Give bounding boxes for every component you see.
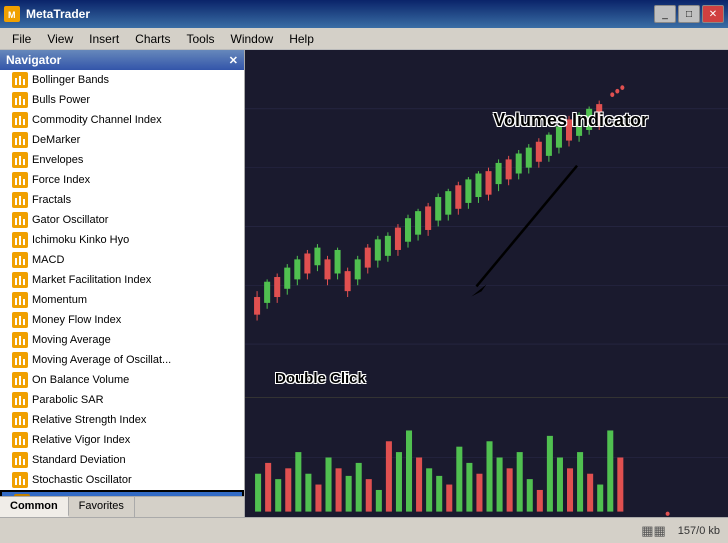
nav-item-icon <box>12 192 28 208</box>
nav-item-label: DeMarker <box>32 134 80 146</box>
menu-help[interactable]: Help <box>281 30 322 48</box>
window-title: MetaTrader <box>26 7 90 21</box>
nav-item-icon <box>12 372 28 388</box>
nav-item-icon <box>12 132 28 148</box>
chart-main: Volumes Indicator Double Click <box>245 50 728 397</box>
title-bar: M MetaTrader _ □ ✕ <box>0 0 728 28</box>
navigator-header: Navigator ✕ <box>0 50 244 70</box>
app-icon: M <box>4 6 20 22</box>
volume-bars-svg <box>245 398 728 517</box>
nav-item[interactable]: Momentum <box>0 290 244 310</box>
nav-item-icon <box>12 392 28 408</box>
status-bar: ▦▦ 157/0 kb <box>0 517 728 543</box>
nav-item-icon <box>12 172 28 188</box>
nav-item[interactable]: Fractals <box>0 190 244 210</box>
menu-bar: File View Insert Charts Tools Window Hel… <box>0 28 728 50</box>
nav-item[interactable]: Money Flow Index <box>0 310 244 330</box>
nav-item-icon <box>12 232 28 248</box>
navigator-close-button[interactable]: ✕ <box>229 54 238 67</box>
nav-item[interactable]: Market Facilitation Index <box>0 270 244 290</box>
nav-item[interactable]: Relative Strength Index <box>0 410 244 430</box>
nav-item-label: Relative Strength Index <box>32 414 146 426</box>
nav-item-icon <box>12 252 28 268</box>
nav-item[interactable]: Commodity Channel Index <box>0 110 244 130</box>
menu-window[interactable]: Window <box>223 30 282 48</box>
nav-item[interactable]: Standard Deviation <box>0 450 244 470</box>
close-button[interactable]: ✕ <box>702 5 724 23</box>
nav-item[interactable]: Envelopes <box>0 150 244 170</box>
nav-item-label: On Balance Volume <box>32 374 129 386</box>
menu-charts[interactable]: Charts <box>127 30 178 48</box>
nav-item[interactable]: Bollinger Bands <box>0 70 244 90</box>
volumes-indicator-label: Volumes Indicator <box>493 110 648 131</box>
nav-item-label: Fractals <box>32 194 71 206</box>
nav-item[interactable]: Bulls Power <box>0 90 244 110</box>
nav-item-label: Commodity Channel Index <box>32 114 162 126</box>
navigator-list[interactable]: Bollinger Bands Bulls Power Commodity Chan… <box>0 70 244 496</box>
nav-item-label: Relative Vigor Index <box>32 434 130 446</box>
nav-item-label: Bulls Power <box>32 94 90 106</box>
nav-item-label: Gator Oscillator <box>32 214 108 226</box>
double-click-label: Double Click <box>275 370 366 387</box>
nav-item-label: Ichimoku Kinko Hyo <box>32 234 129 246</box>
nav-item-label: Moving Average of Oscillat... <box>32 354 171 366</box>
chart-area: Volumes Indicator Double Click <box>245 50 728 517</box>
nav-item-icon <box>12 72 28 88</box>
menu-view[interactable]: View <box>39 30 81 48</box>
volume-chart <box>245 397 728 517</box>
nav-item-label: Momentum <box>32 294 87 306</box>
navigator-title: Navigator <box>6 53 61 67</box>
menu-insert[interactable]: Insert <box>81 30 127 48</box>
nav-item-label: Market Facilitation Index <box>32 274 151 286</box>
nav-item-label: Moving Average <box>32 334 111 346</box>
nav-item[interactable]: Force Index <box>0 170 244 190</box>
menu-tools[interactable]: Tools <box>179 30 223 48</box>
nav-item-label: MACD <box>32 254 64 266</box>
nav-item[interactable]: Moving Average <box>0 330 244 350</box>
nav-item-label: Parabolic SAR <box>32 394 104 406</box>
nav-item[interactable]: MACD <box>0 250 244 270</box>
nav-item-icon <box>12 112 28 128</box>
svg-text:M: M <box>8 10 16 20</box>
nav-item-icon <box>12 92 28 108</box>
nav-item-label: Money Flow Index <box>32 314 121 326</box>
nav-item[interactable]: Relative Vigor Index <box>0 430 244 450</box>
status-icon: ▦▦ <box>641 523 666 539</box>
navigator-panel: Navigator ✕ Bollinger Bands Bulls Power Co… <box>0 50 245 517</box>
nav-item-icon <box>12 412 28 428</box>
nav-item[interactable]: Gator Oscillator <box>0 210 244 230</box>
nav-item-label: Bollinger Bands <box>32 74 109 86</box>
navigator-tabs: Common Favorites <box>0 496 244 517</box>
menu-file[interactable]: File <box>4 30 39 48</box>
nav-item-icon <box>12 272 28 288</box>
tab-favorites[interactable]: Favorites <box>69 497 135 517</box>
nav-item-label: Envelopes <box>32 154 83 166</box>
nav-item[interactable]: Moving Average of Oscillat... <box>0 350 244 370</box>
nav-item-icon <box>12 472 28 488</box>
nav-item-icon <box>12 152 28 168</box>
tab-common[interactable]: Common <box>0 497 69 517</box>
nav-item-icon <box>12 212 28 228</box>
nav-item-icon <box>12 432 28 448</box>
candlestick-chart <box>245 50 728 397</box>
nav-item-label: Force Index <box>32 174 90 186</box>
nav-item-label: Stochastic Oscillator <box>32 474 132 486</box>
maximize-button[interactable]: □ <box>678 5 700 23</box>
status-memory: 157/0 kb <box>678 525 720 537</box>
minimize-button[interactable]: _ <box>654 5 676 23</box>
nav-item[interactable]: Stochastic Oscillator <box>0 470 244 490</box>
nav-item-label: Standard Deviation <box>32 454 126 466</box>
nav-item-icon <box>12 292 28 308</box>
nav-item-icon <box>12 452 28 468</box>
nav-item[interactable]: Parabolic SAR <box>0 390 244 410</box>
nav-item-icon <box>12 332 28 348</box>
nav-item-icon <box>12 312 28 328</box>
nav-item[interactable]: DeMarker <box>0 130 244 150</box>
nav-item[interactable]: On Balance Volume <box>0 370 244 390</box>
window-controls[interactable]: _ □ ✕ <box>654 5 724 23</box>
nav-item-icon <box>12 352 28 368</box>
main-content: Navigator ✕ Bollinger Bands Bulls Power Co… <box>0 50 728 517</box>
nav-item[interactable]: Ichimoku Kinko Hyo <box>0 230 244 250</box>
